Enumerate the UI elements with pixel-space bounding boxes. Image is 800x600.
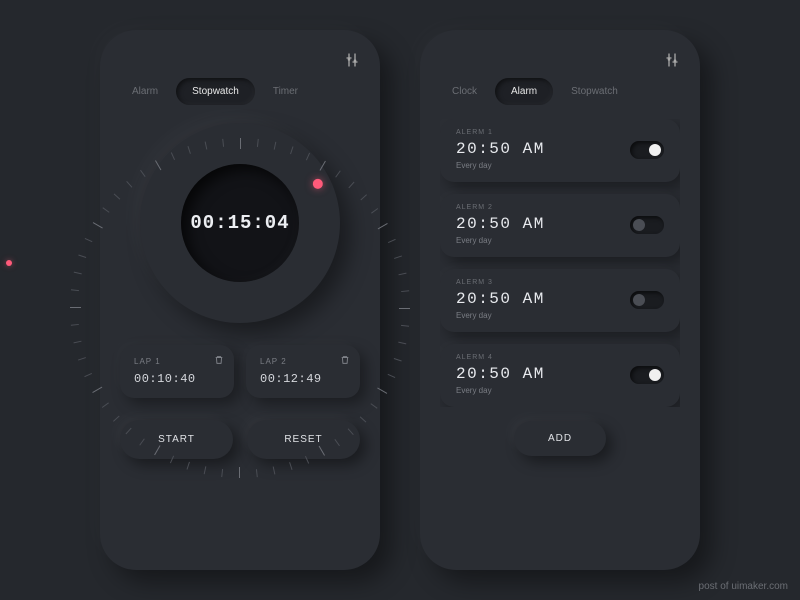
lap-card: LAP 1 00:10:40 [120,345,234,398]
alarm-info: ALERM 1 20:50 AM Every day [456,129,630,170]
alarm-label: ALERM 1 [456,129,630,136]
tab-stopwatch[interactable]: Stopwatch [559,78,630,105]
dial-face: 00:15:04 [181,164,299,282]
tab-timer[interactable]: Timer [261,78,310,105]
alarm-toggle[interactable] [630,216,664,234]
credit-text: post of uimaker.com [699,581,788,592]
alarm-card: ALERM 3 20:50 AM Every day [440,269,680,332]
alarm-info: ALERM 3 20:50 AM Every day [456,279,630,320]
alarm-info: ALERM 2 20:50 AM Every day [456,204,630,245]
tab-alarm[interactable]: Alarm [120,78,170,105]
lap-time: 00:10:40 [134,372,220,386]
alarm-time: 20:50 AM [456,215,630,233]
lap-card: LAP 2 00:12:49 [246,345,360,398]
tabs-left: AlarmStopwatchTimer [120,78,360,105]
trash-icon[interactable] [340,355,350,365]
alarm-toggle[interactable] [630,366,664,384]
alarm-list: ALERM 1 20:50 AM Every day ALERM 2 20:50… [440,119,680,407]
trash-icon[interactable] [214,355,224,365]
alarm-card: ALERM 4 20:50 AM Every day [440,344,680,407]
laps-row: LAP 1 00:10:40 LAP 2 00:12:49 [120,345,360,398]
start-button[interactable]: START [120,420,233,459]
alarm-card: ALERM 2 20:50 AM Every day [440,194,680,257]
alarm-time: 20:50 AM [456,290,630,308]
tab-alarm[interactable]: Alarm [495,78,553,105]
alarm-label: ALERM 4 [456,354,630,361]
alarm-repeat: Every day [456,161,630,170]
phone-stopwatch: AlarmStopwatchTimer 00:15:04 LAP 1 00:10… [100,30,380,570]
reset-button[interactable]: RESET [247,420,360,459]
alarm-repeat: Every day [456,236,630,245]
alarm-repeat: Every day [456,311,630,320]
lap-label: LAP 2 [260,357,346,366]
tabs-right: ClockAlarmStopwatch [440,78,680,105]
alarm-time: 20:50 AM [456,140,630,158]
sliders-icon[interactable] [664,52,680,68]
decorative-dot [6,260,12,266]
alarm-toggle[interactable] [630,141,664,159]
alarm-time: 20:50 AM [456,365,630,383]
tab-clock[interactable]: Clock [440,78,489,105]
alarm-repeat: Every day [456,386,630,395]
stopwatch-dial: 00:15:04 [140,123,340,323]
alarm-label: ALERM 2 [456,204,630,211]
stopwatch-time: 00:15:04 [190,212,289,234]
alarm-toggle[interactable] [630,291,664,309]
add-button[interactable]: ADD [514,421,606,456]
sliders-icon[interactable] [344,52,360,68]
alarm-label: ALERM 3 [456,279,630,286]
phone-alarm: ClockAlarmStopwatch ALERM 1 20:50 AM Eve… [420,30,700,570]
alarm-card: ALERM 1 20:50 AM Every day [440,119,680,182]
lap-time: 00:12:49 [260,372,346,386]
lap-label: LAP 1 [134,357,220,366]
alarm-info: ALERM 4 20:50 AM Every day [456,354,630,395]
tab-stopwatch[interactable]: Stopwatch [176,78,255,105]
